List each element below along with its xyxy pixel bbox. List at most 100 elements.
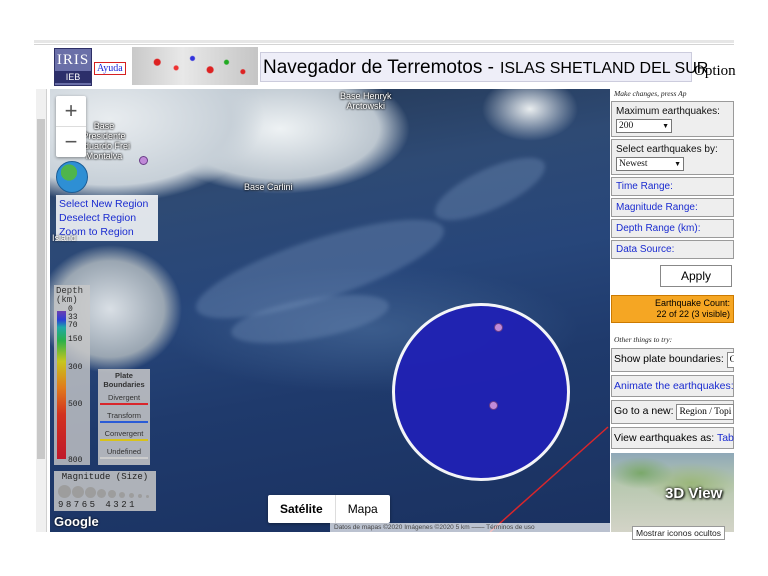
earthquake-count-box: Earthquake Count: 22 of 22 (3 visible) (611, 295, 734, 323)
page-title: Navegador de Terremotos - ISLAS SHETLAND … (263, 57, 708, 79)
left-scrollbar[interactable] (36, 89, 47, 532)
depth-legend-title: Depth (km) (56, 286, 84, 305)
region-name: ISLAS SHETLAND DEL SUR (499, 60, 709, 77)
zoom-in-button[interactable]: + (56, 96, 86, 126)
depth-tick: 800 (68, 456, 83, 465)
count-value: 22 of 22 (3 visible) (656, 309, 730, 319)
depth-tick: 150 (68, 335, 83, 344)
magnitude-dot (129, 493, 134, 498)
max-earthquakes-select[interactable]: 200 ▼ (616, 119, 672, 133)
goto-select[interactable]: Region / Topi (676, 404, 734, 420)
iris-logo[interactable]: IRIS IEB (54, 48, 92, 86)
magnitude-dot (85, 487, 96, 498)
globe-icon[interactable] (56, 161, 88, 193)
label-base-henryk: Base Henryk Arctowski (340, 91, 392, 111)
magnitude-dot (58, 485, 71, 498)
map-type-control: Satélite Mapa (268, 495, 390, 523)
map-attribution: Datos de mapas ©2020 Imágenes ©2020 5 km… (330, 523, 610, 532)
logo-subtext: IEB (55, 71, 91, 83)
apply-button[interactable]: Apply (660, 265, 732, 287)
3d-view-thumbnail[interactable]: 3D View (611, 453, 734, 532)
plate-item-divergent: Divergent (98, 391, 150, 407)
plate-item-label: Transform (107, 411, 141, 420)
options-panel: Make changes, press Ap Maximum earthquak… (610, 89, 734, 532)
plate-legend-title: Plate Boundaries (103, 371, 145, 389)
time-range-link[interactable]: Time Range: (611, 177, 734, 196)
magnitude-dot (108, 490, 116, 498)
plate-item-label: Convergent (104, 429, 144, 438)
earthquake-marker[interactable] (489, 401, 498, 410)
header-quake-image (132, 47, 258, 85)
goto-row: Go to a new: Region / Topi (611, 400, 734, 424)
animate-link[interactable]: Animate the earthquakes: (611, 375, 734, 397)
map-canvas[interactable]: Base Henryk Arctowski Base Presidente Ed… (50, 89, 610, 532)
transform-line (100, 421, 148, 423)
view-as-label: View earthquakes as: (614, 432, 715, 444)
help-link[interactable]: Ayuda (94, 62, 126, 75)
earthquake-marker[interactable] (494, 323, 503, 332)
magnitude-dot (146, 495, 149, 498)
depth-color-bar (57, 311, 66, 459)
magnitude-dot (72, 486, 84, 498)
plate-boundaries-select[interactable]: O (726, 352, 734, 368)
magnitude-dot (97, 489, 106, 498)
plate-item-convergent: Convergent (98, 427, 150, 443)
select-by-select[interactable]: Newest ▼ (616, 157, 684, 171)
title-text: Navegador de Terremotos - (263, 57, 494, 78)
top-rule (34, 40, 734, 43)
label-island: Island (52, 233, 77, 243)
3d-view-label: 3D View (665, 485, 723, 502)
count-label: Earthquake Count: (654, 298, 730, 308)
page-header: IRIS IEB Ayuda Navegador de Terremotos -… (52, 47, 736, 87)
satellite-button[interactable]: Satélite (268, 495, 336, 523)
view-as-table-link[interactable]: Tabl (717, 432, 734, 444)
divergent-line (100, 403, 148, 405)
title-box: Navegador de Terremotos - ISLAS SHETLAND … (260, 52, 708, 82)
depth-range-link[interactable]: Depth Range (km): (611, 219, 734, 238)
magnitude-dot (138, 494, 142, 498)
other-things-hint: Other things to try: (614, 335, 673, 344)
data-source-link[interactable]: Data Source: (611, 240, 734, 259)
terrain-ridge (427, 145, 553, 233)
plate-item-undefined: Undefined (98, 445, 150, 461)
google-logo: Google (54, 514, 99, 529)
plate-boundary-line (489, 426, 609, 532)
view-as-row: View earthquakes as: Tabl (611, 427, 734, 449)
depth-tick: 500 (68, 400, 83, 409)
map-button[interactable]: Mapa (336, 495, 390, 523)
select-value: Newest (619, 159, 648, 169)
zoom-out-button[interactable]: − (56, 127, 86, 157)
max-earthquakes-label: Maximum earthquakes: (616, 106, 720, 117)
max-earthquakes-group: Maximum earthquakes: 200 ▼ (611, 101, 734, 137)
magnitude-legend: Magnitude (Size) 98765 4321 (54, 471, 156, 511)
chevron-down-icon: ▼ (662, 122, 669, 130)
select-by-group: Select earthquakes by: Newest ▼ (611, 139, 734, 175)
scrollbar-thumb[interactable] (37, 119, 45, 459)
select-value: 200 (619, 121, 634, 131)
zoom-control: + − (56, 96, 86, 157)
select-new-region-link[interactable]: Select New Region (59, 197, 155, 211)
chevron-down-icon: ▼ (674, 160, 681, 168)
convergent-line (100, 439, 148, 441)
hidden-icons-tooltip: Mostrar iconos ocultos (632, 526, 726, 540)
logo-text: IRIS (56, 52, 90, 68)
magnitude-range-link[interactable]: Magnitude Range: (611, 198, 734, 217)
magnitude-numbers: 98765 4321 (58, 500, 138, 510)
options-heading: Option (694, 63, 736, 79)
depth-tick: 300 (68, 363, 83, 372)
deselect-region-link[interactable]: Deselect Region (59, 211, 155, 225)
magnitude-dots (58, 484, 154, 498)
plate-boundaries-legend: Plate Boundaries Divergent Transform Con… (98, 369, 150, 465)
top-rule-2 (34, 44, 734, 45)
plate-boundaries-row: Show plate boundaries: O (611, 348, 734, 372)
plate-item-label: Undefined (106, 447, 142, 456)
earthquake-marker[interactable] (139, 156, 148, 165)
magnitude-dot (119, 492, 125, 498)
magnitude-legend-title: Magnitude (Size) (61, 472, 149, 482)
depth-tick: 70 (68, 321, 78, 330)
plate-item-label: Divergent (107, 393, 141, 402)
apply-hint: Make changes, press Ap (614, 89, 687, 98)
goto-label: Go to a new: (614, 405, 674, 417)
label-base-carlini: Base Carlini (244, 182, 293, 192)
select-by-label: Select earthquakes by: (616, 144, 718, 155)
